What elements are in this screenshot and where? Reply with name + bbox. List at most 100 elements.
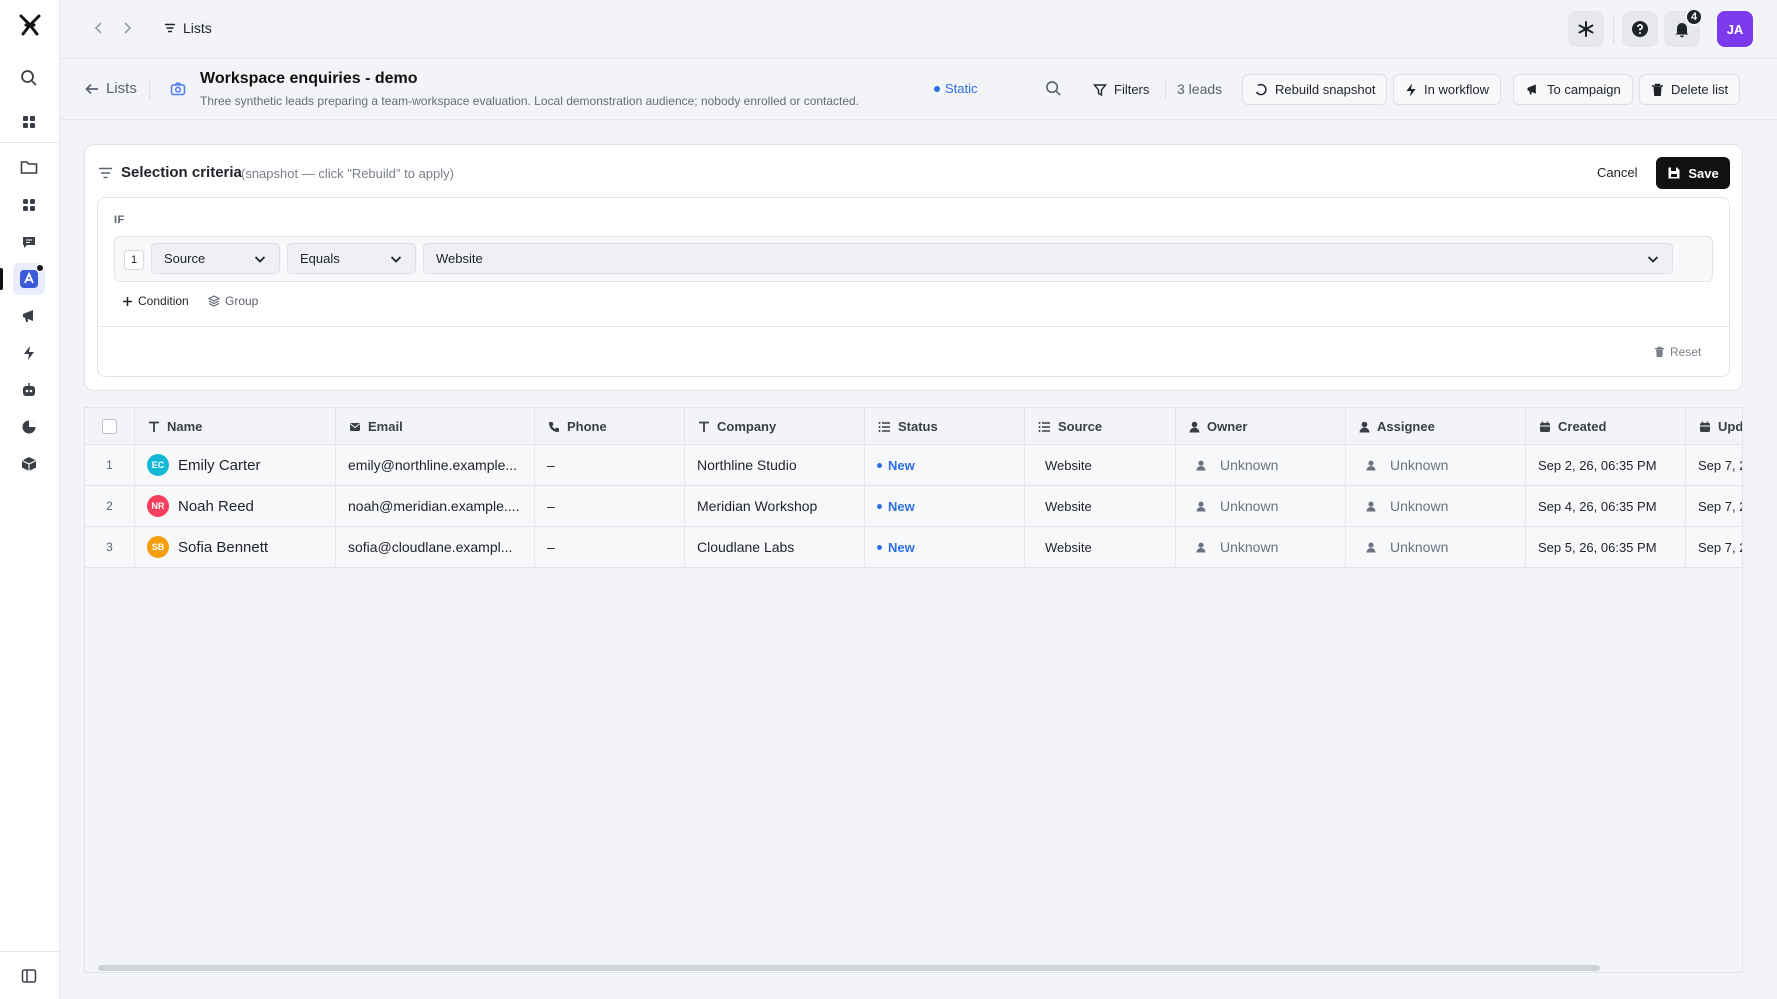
condition-group	[97, 197, 1730, 377]
lead-name: Noah Reed	[178, 497, 254, 515]
sidebar-toggle-icon[interactable]	[18, 965, 40, 987]
created-cell[interactable]: Sep 5, 26, 06:35 PM	[1526, 527, 1686, 567]
source-cell[interactable]: Website	[1025, 445, 1176, 485]
created-cell[interactable]: Sep 2, 26, 06:35 PM	[1526, 445, 1686, 485]
apps-icon[interactable]	[18, 194, 40, 216]
status-cell[interactable]: New	[865, 486, 1025, 526]
email-cell[interactable]: emily@northline.example...	[336, 445, 535, 485]
layers-icon	[208, 295, 220, 307]
column-header-source[interactable]: Source	[1025, 408, 1176, 445]
forward-arrow-icon[interactable]	[119, 20, 135, 36]
condition-operator-value: Equals	[300, 251, 340, 266]
source-cell[interactable]: Website	[1025, 527, 1176, 567]
table-row[interactable]: 2 NR Noah Reed noah@meridian.example....…	[85, 486, 1742, 527]
campaign-icon[interactable]	[18, 305, 40, 327]
name-cell[interactable]: EC Emily Carter	[135, 445, 336, 485]
column-label: Owner	[1207, 419, 1248, 434]
column-header-company[interactable]: Company	[685, 408, 865, 445]
bot-icon[interactable]	[18, 379, 40, 401]
cancel-button[interactable]: Cancel	[1597, 165, 1637, 180]
assignee-cell[interactable]: Unknown	[1346, 445, 1526, 485]
chat-icon[interactable]	[18, 231, 40, 253]
app-logo-icon[interactable]	[17, 12, 43, 38]
owner-cell[interactable]: Unknown	[1176, 445, 1346, 485]
table-row[interactable]: 1 EC Emily Carter emily@northline.exampl…	[85, 445, 1742, 486]
column-header-status[interactable]: Status	[865, 408, 1025, 445]
company-cell[interactable]: Meridian Workshop	[685, 486, 865, 526]
email-cell[interactable]: sofia@cloudlane.exampl...	[336, 527, 535, 567]
owner-cell[interactable]: Unknown	[1176, 486, 1346, 526]
company-cell[interactable]: Cloudlane Labs	[685, 527, 865, 567]
text-type-icon	[698, 421, 710, 433]
leads-table: Name Email Phone Company Status Source O…	[84, 407, 1743, 973]
table-row[interactable]: 3 SB Sofia Bennett sofia@cloudlane.examp…	[85, 527, 1742, 568]
dashboard-icon[interactable]	[18, 111, 40, 133]
person-icon	[1196, 501, 1206, 512]
column-header-phone[interactable]: Phone	[535, 408, 685, 445]
column-header-email[interactable]: Email	[336, 408, 535, 445]
created-cell[interactable]: Sep 4, 26, 06:35 PM	[1526, 486, 1686, 526]
column-header-updated[interactable]: Upd	[1686, 408, 1742, 445]
in-workflow-button[interactable]: In workflow	[1393, 74, 1502, 105]
delete-list-button[interactable]: Delete list	[1639, 74, 1741, 105]
folder-icon[interactable]	[18, 156, 40, 178]
condition-value-select[interactable]: Website	[423, 243, 1673, 274]
add-condition-button[interactable]: Condition	[122, 294, 189, 308]
status-label: New	[888, 457, 915, 473]
assignee-cell[interactable]: Unknown	[1346, 527, 1526, 567]
horizontal-scrollbar[interactable]	[98, 965, 1600, 971]
updated-cell[interactable]: Sep 7, 2	[1686, 486, 1742, 526]
source-cell[interactable]: Website	[1025, 486, 1176, 526]
help-button[interactable]	[1622, 11, 1658, 47]
filters-button[interactable]: Filters	[1082, 74, 1160, 105]
column-header-name[interactable]: Name	[135, 408, 336, 445]
assignee-cell[interactable]: Unknown	[1346, 486, 1526, 526]
reset-button[interactable]: Reset	[1654, 345, 1701, 359]
add-group-button[interactable]: Group	[208, 294, 258, 308]
status-cell[interactable]: New	[865, 445, 1025, 485]
save-button[interactable]: Save	[1656, 157, 1730, 189]
save-label: Save	[1688, 165, 1719, 181]
owner-cell[interactable]: Unknown	[1176, 527, 1346, 567]
analytics-icon[interactable]	[18, 416, 40, 438]
back-arrow-icon[interactable]	[91, 20, 107, 36]
lightning-icon	[1405, 83, 1417, 97]
column-header-assignee[interactable]: Assignee	[1346, 408, 1526, 445]
column-header-created[interactable]: Created	[1526, 408, 1686, 445]
lightning-icon[interactable]	[18, 342, 40, 364]
email-cell[interactable]: noah@meridian.example....	[336, 486, 535, 526]
list-icon	[163, 21, 177, 35]
breadcrumb[interactable]: Lists	[163, 20, 212, 36]
to-campaign-button[interactable]: To campaign	[1513, 74, 1633, 105]
phone-cell[interactable]: –	[535, 445, 685, 485]
phone-cell[interactable]: –	[535, 486, 685, 526]
select-all-checkbox[interactable]	[102, 419, 117, 434]
search-icon[interactable]	[1045, 80, 1062, 97]
ai-assistant-button[interactable]	[1568, 11, 1604, 47]
reset-label: Reset	[1670, 345, 1702, 359]
condition-operator-select[interactable]: Equals	[287, 243, 416, 274]
unread-dot	[36, 264, 44, 272]
condition-field-select[interactable]: Source	[151, 243, 280, 274]
name-cell[interactable]: NR Noah Reed	[135, 486, 336, 526]
package-icon[interactable]	[18, 453, 40, 475]
updated-cell[interactable]: Sep 7, 2	[1686, 527, 1742, 567]
if-label: IF	[114, 214, 125, 226]
search-icon[interactable]	[18, 67, 40, 89]
status-cell[interactable]: New	[865, 527, 1025, 567]
updated-cell[interactable]: Sep 7, 2	[1686, 445, 1742, 485]
column-label: Email	[368, 419, 403, 434]
column-header-owner[interactable]: Owner	[1176, 408, 1346, 445]
phone-cell[interactable]: –	[535, 527, 685, 567]
company-cell[interactable]: Northline Studio	[685, 445, 865, 485]
chevron-down-icon	[389, 252, 403, 266]
lead-name: Emily Carter	[178, 456, 261, 474]
user-avatar[interactable]: JA	[1717, 11, 1753, 47]
back-to-lists-link[interactable]: Lists	[84, 80, 137, 97]
rebuild-snapshot-button[interactable]: Rebuild snapshot	[1242, 74, 1388, 105]
select-all-cell	[85, 408, 135, 445]
list-type-label: Static	[945, 81, 978, 96]
status-badge: New	[877, 458, 915, 473]
page-description: Three synthetic leads preparing a team-w…	[200, 94, 860, 108]
name-cell[interactable]: SB Sofia Bennett	[135, 527, 336, 567]
